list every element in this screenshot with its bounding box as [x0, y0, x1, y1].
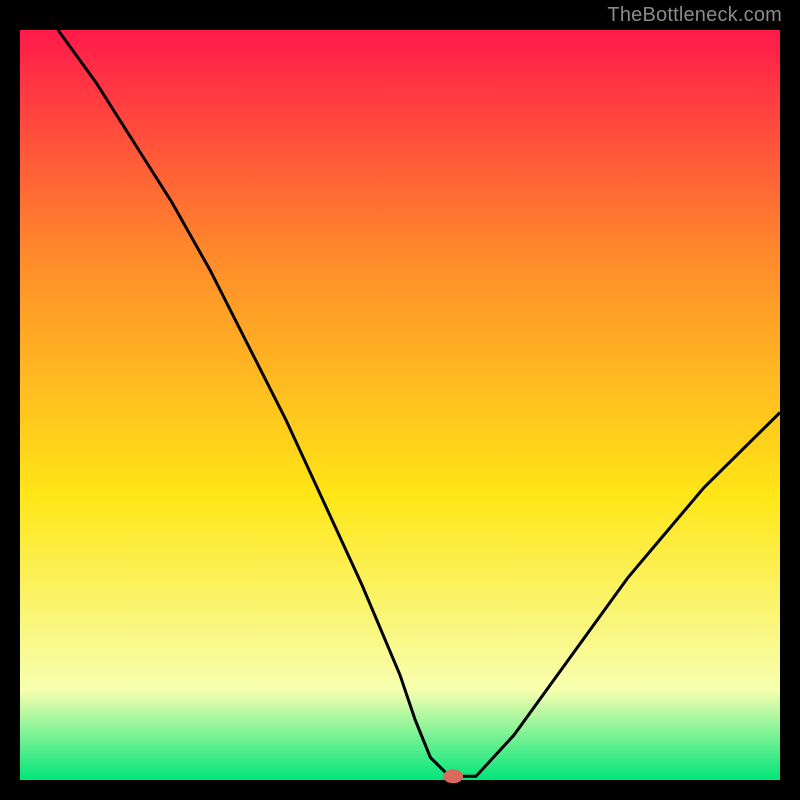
bottleneck-chart: [0, 0, 800, 800]
optimal-point-marker: [443, 769, 463, 783]
chart-frame: TheBottleneck.com: [0, 0, 800, 800]
attribution-label: TheBottleneck.com: [607, 4, 782, 27]
